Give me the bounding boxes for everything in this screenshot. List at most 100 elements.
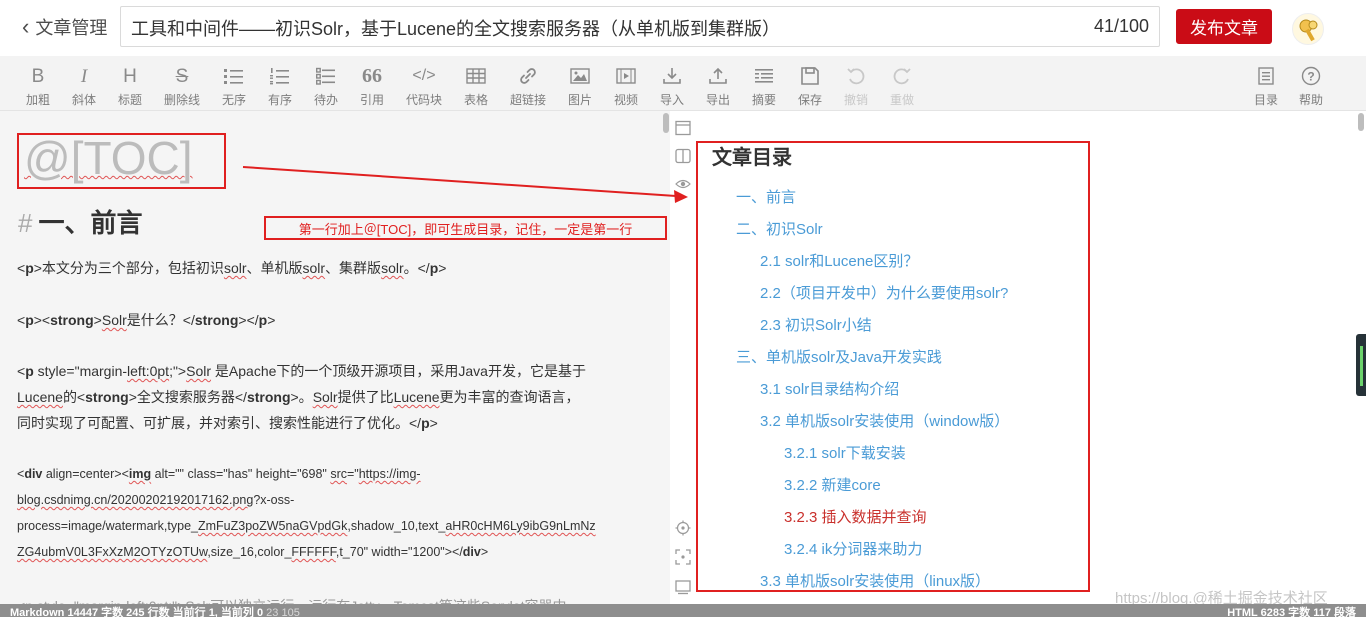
toc-link[interactable]: 3.2 单机版solr安装使用（window版） — [760, 410, 1009, 431]
quote-icon: 66 — [362, 65, 382, 87]
table-label: 表格 — [463, 93, 488, 107]
save-button[interactable]: 保存 — [787, 64, 833, 108]
toc-link[interactable]: 三、单机版solr及Java开发实践 — [736, 346, 942, 367]
markdown-editor[interactable]: @[TOC] # 一、前言 第一行加上＠[TOC]，即可生成目录，记住，一定是第一… — [0, 111, 670, 604]
toc-link[interactable]: 一、前言 — [736, 186, 796, 207]
video-label: 视频 — [613, 93, 638, 107]
toc-link[interactable]: 3.1 solr目录结构介绍 — [760, 378, 899, 399]
strikethrough-button[interactable]: S 删除线 — [159, 64, 205, 108]
quote-button[interactable]: 66 引用 — [349, 64, 395, 108]
preview-mode-eye-icon[interactable] — [674, 175, 692, 193]
image-label: 图片 — [567, 93, 592, 107]
status-mode: Markdown — [10, 607, 65, 619]
toc-link[interactable]: 3.2.1 solr下载安装 — [784, 442, 906, 463]
import-icon — [649, 64, 695, 88]
checklist-icon — [303, 64, 349, 88]
summary-icon — [741, 64, 787, 88]
undo-icon — [833, 64, 879, 88]
toc-link[interactable]: 二、初识Solr — [736, 218, 823, 239]
quote-label: 引用 — [359, 93, 384, 107]
header-bar: ‹ 文章管理 工具和中间件——初识Solr，基于Lucene的全文搜索服务器（从… — [0, 0, 1366, 56]
screen-mode-icon[interactable] — [674, 578, 692, 596]
redo-icon — [879, 64, 925, 88]
export-icon — [695, 64, 741, 88]
heading-button[interactable]: H 标题 — [107, 64, 153, 108]
italic-icon: I — [80, 65, 88, 87]
toc-link[interactable]: 3.3 单机版solr安装使用（linux版） — [760, 570, 990, 591]
sync-scroll-icon[interactable] — [674, 519, 692, 537]
summary-label: 摘要 — [751, 93, 776, 107]
import-button[interactable]: 导入 — [649, 64, 695, 108]
heading-icon: H — [123, 65, 137, 87]
code-block-label: 代码块 — [405, 93, 442, 107]
export-button[interactable]: 导出 — [695, 64, 741, 108]
toc-link[interactable]: 3.2.4 ik分词器来助力 — [784, 538, 922, 559]
editor-line: ZG4ubmV0L3FxXzM2OTYzOTUw,size_16,color_F… — [17, 545, 489, 559]
unordered-list-icon — [211, 64, 257, 88]
view-mode-gutter — [670, 111, 696, 604]
back-to-article-management[interactable]: ‹ 文章管理 — [22, 15, 107, 39]
side-monitor-widget[interactable] — [1356, 334, 1366, 396]
unordered-list-label: 无序 — [221, 93, 246, 107]
link-button[interactable]: 超链接 — [505, 64, 551, 108]
unordered-list-button[interactable]: 无序 — [211, 64, 257, 108]
undo-label: 撤销 — [843, 93, 868, 107]
editor-line: process=image/watermark,type_ZmFuZ3poZW5… — [17, 519, 596, 533]
editor-scroll-thumb[interactable] — [663, 113, 669, 133]
editor-stats: Markdown 14447 字数 245 行数 当前行 1, 当前列 0 23… — [10, 604, 300, 620]
back-label: 文章管理 — [35, 18, 108, 38]
redo-button[interactable]: 重做 — [879, 64, 925, 108]
table-icon — [453, 64, 499, 88]
strikethrough-icon: S — [175, 65, 189, 87]
ordered-list-button[interactable]: 有序 — [257, 64, 303, 108]
summary-button[interactable]: 摘要 — [741, 64, 787, 108]
toc-link[interactable]: 3.2.2 新建core — [784, 474, 881, 495]
svg-text:?: ? — [1307, 70, 1314, 84]
toc-link[interactable]: 2.3 初识Solr小结 — [760, 314, 872, 335]
toc-link[interactable]: 2.1 solr和Lucene区别？ — [760, 250, 918, 271]
editor-line: <div align=center><img alt="" class="has… — [17, 467, 421, 481]
undo-button[interactable]: 撤销 — [833, 64, 879, 108]
edit-only-mode-icon[interactable] — [674, 119, 692, 137]
toc-label: 目录 — [1253, 93, 1278, 107]
editor-line: blog.csdnimg.cn/20200202192017162.png?x-… — [17, 493, 295, 507]
editor-line: Lucene的<strong>全文搜索服务器</strong>。Solr提供了比… — [17, 389, 580, 405]
todo-button[interactable]: 待办 — [303, 64, 349, 108]
heading-line: # 一、前言 — [18, 203, 142, 240]
video-icon — [603, 64, 649, 88]
image-button[interactable]: 图片 — [557, 64, 603, 108]
toc-icon — [1243, 64, 1289, 88]
editor-line: <p style="margin-left:0pt;">Solr 是Apache… — [17, 363, 586, 379]
article-title-input[interactable]: 工具和中间件——初识Solr，基于Lucene的全文搜索服务器（从单机版到集群版… — [120, 6, 1160, 47]
ordered-list-label: 有序 — [267, 93, 292, 107]
strikethrough-label: 删除线 — [163, 93, 200, 107]
italic-button[interactable]: I 斜体 — [61, 64, 107, 108]
save-label: 保存 — [797, 93, 822, 107]
bold-icon: B — [31, 65, 45, 87]
preview-scroll-thumb[interactable] — [1358, 113, 1364, 131]
table-button[interactable]: 表格 — [453, 64, 499, 108]
publish-button[interactable]: 发布文章 — [1176, 9, 1272, 44]
editor-scrollbar[interactable] — [662, 111, 670, 604]
help-button[interactable]: ? 帮助 — [1288, 64, 1334, 108]
save-icon — [787, 64, 833, 88]
preview-stats: HTML 6283 字数 117 段落 — [1227, 607, 1356, 619]
toc-link[interactable]: 2.2（项目开发中）为什么要使用solr? — [760, 282, 1008, 303]
code-icon: </> — [412, 67, 436, 84]
avatar[interactable] — [1292, 13, 1324, 45]
bold-button[interactable]: B 加粗 — [15, 64, 61, 108]
redo-label: 重做 — [889, 93, 914, 107]
heading-hash: # — [18, 208, 33, 238]
split-mode-icon[interactable] — [674, 147, 692, 165]
editor-line: <p><strong>Solr是什么？</strong></p> — [17, 312, 276, 328]
fullscreen-icon[interactable] — [674, 548, 692, 566]
preview-pane: 文章目录 一、前言 二、初识Solr 2.1 solr和Lucene区别？ 2.… — [696, 111, 1356, 604]
toc-button[interactable]: 目录 — [1243, 64, 1289, 108]
video-button[interactable]: 视频 — [603, 64, 649, 108]
todo-label: 待办 — [313, 93, 338, 107]
toc-link-active[interactable]: 3.2.3 插入数据并查询 — [784, 506, 927, 527]
toc-title: 文章目录 — [712, 147, 792, 169]
status-bar: Markdown 14447 字数 245 行数 当前行 1, 当前列 0 23… — [0, 604, 1366, 620]
ordered-list-icon — [257, 64, 303, 88]
code-block-button[interactable]: </> 代码块 — [401, 64, 447, 108]
